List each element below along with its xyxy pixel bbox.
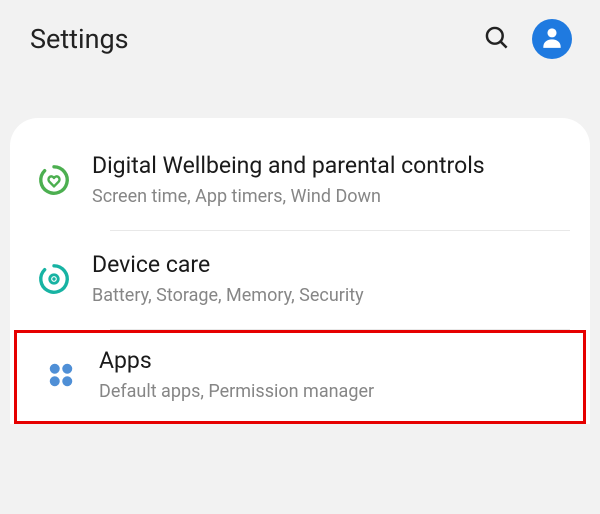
settings-item-title: Device care [92,251,564,280]
settings-item-apps[interactable]: Apps Default apps, Permission manager [17,335,581,419]
settings-item-subtitle: Screen time, App timers, Wind Down [92,185,564,208]
settings-list: Digital Wellbeing and parental controls … [10,118,590,424]
settings-item-texts: Device care Battery, Storage, Memory, Se… [92,251,580,307]
settings-item-title: Apps [99,347,555,376]
digital-wellbeing-icon [16,163,92,197]
highlight-apps: Apps Default apps, Permission manager [14,330,586,424]
apps-icon [23,360,99,390]
account-avatar[interactable] [532,19,572,59]
page-title: Settings [30,23,466,55]
settings-item-title: Digital Wellbeing and parental controls [92,152,564,181]
settings-item-subtitle: Battery, Storage, Memory, Security [92,284,564,307]
settings-item-texts: Digital Wellbeing and parental controls … [92,152,580,208]
search-icon [483,24,510,55]
person-icon [539,24,565,54]
settings-item-digital-wellbeing[interactable]: Digital Wellbeing and parental controls … [10,132,590,230]
settings-item-subtitle: Default apps, Permission manager [99,380,555,403]
device-care-icon [16,262,92,296]
settings-header: Settings [0,0,600,78]
settings-item-texts: Apps Default apps, Permission manager [99,347,571,403]
search-button[interactable] [476,19,516,59]
settings-item-device-care[interactable]: Device care Battery, Storage, Memory, Se… [10,231,590,329]
